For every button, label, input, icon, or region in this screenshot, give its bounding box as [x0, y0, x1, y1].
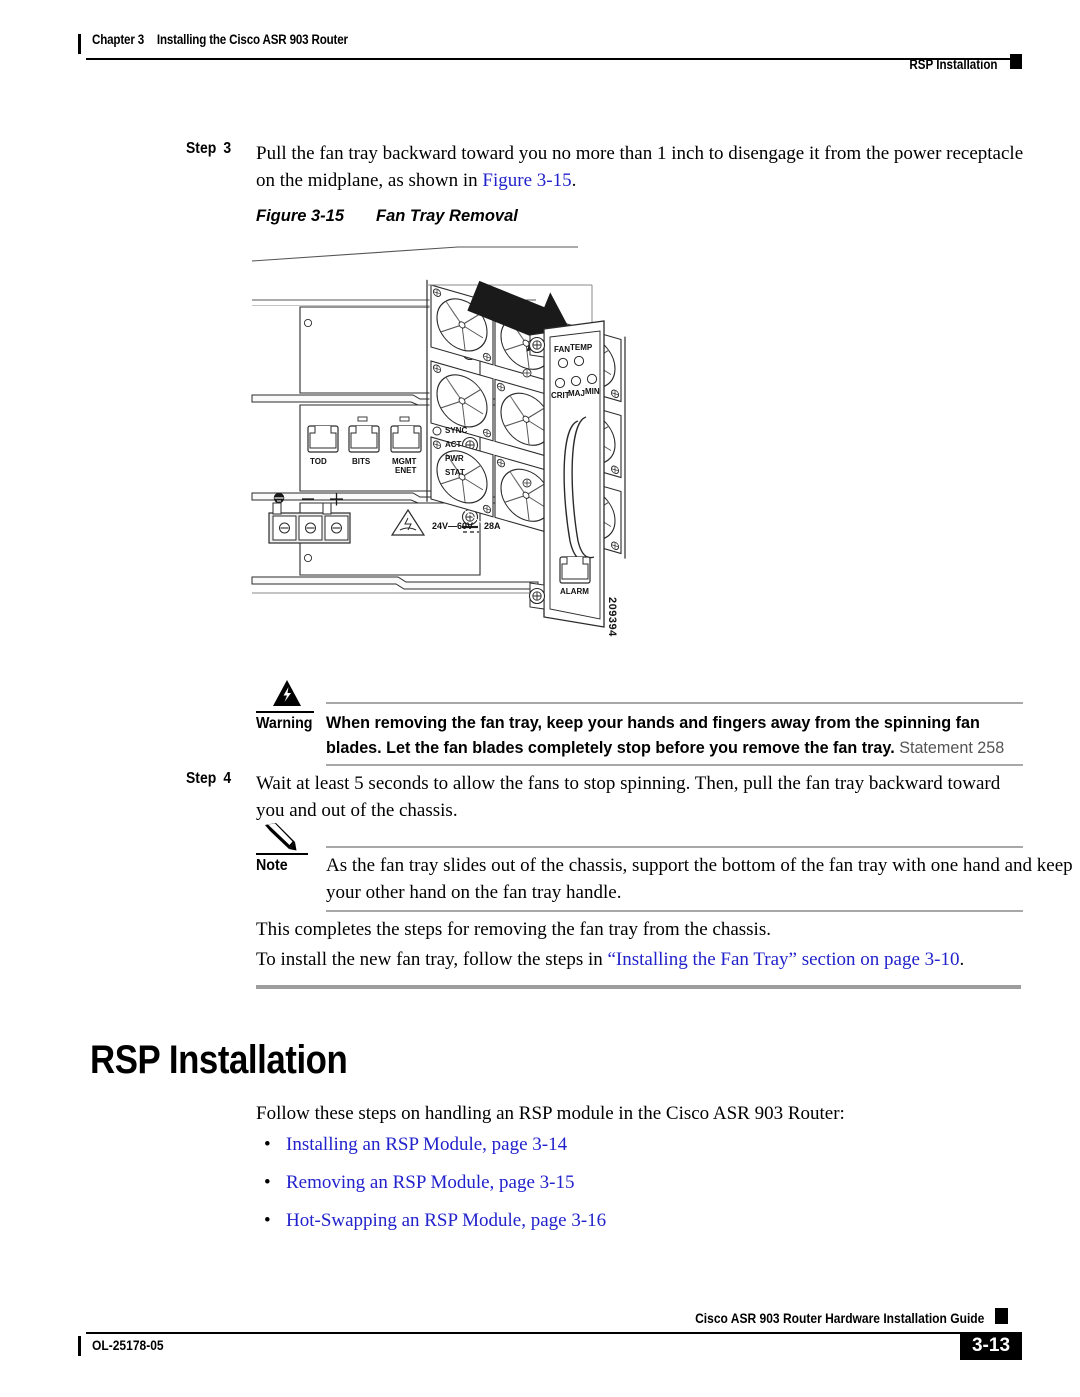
- step-4-word: Step: [186, 770, 217, 787]
- step-3-text-before: Pull the fan tray backward toward you no…: [256, 143, 1024, 191]
- step-3-text-after: .: [571, 170, 577, 191]
- warning-rule-top: [326, 702, 1023, 704]
- figure-caption: Figure 3-15 Fan Tray Removal: [256, 207, 518, 226]
- figure-art-id: 209394: [606, 597, 618, 637]
- note-label: Note: [256, 857, 288, 874]
- step-4-text: Wait at least 5 seconds to allow the fan…: [256, 773, 1001, 821]
- alarm-port-label: ALARM: [560, 587, 589, 596]
- figure-3-15-link[interactable]: Figure 3-15: [482, 170, 571, 191]
- chapter-number: Chapter 3: [92, 32, 145, 47]
- header-rule: [86, 58, 1011, 60]
- bullet-dot-icon: •: [264, 1172, 271, 1193]
- footer-square-marker: [995, 1308, 1008, 1324]
- list-item[interactable]: • Hot-Swapping an RSP Module, page 3-16: [258, 1206, 606, 1236]
- step-4-number: 4: [223, 770, 232, 787]
- figure-labels: TOD BITS MGMT ENET SYNC ACT PWR STAT 24V…: [248, 245, 668, 675]
- note-admonition: Note As the fan tray slides out of the c…: [248, 822, 1073, 912]
- warning-icon-rule: [256, 711, 314, 713]
- led-label-pwr: PWR: [445, 454, 464, 463]
- faceplate-led-label-crit: CRIT: [551, 391, 570, 400]
- list-item[interactable]: • Removing an RSP Module, page 3-15: [258, 1168, 606, 1198]
- power-rating-label: 24V—60V: [432, 521, 474, 531]
- faceplate-led-label-fan: FAN: [554, 345, 570, 354]
- header-square-marker: [1010, 54, 1022, 69]
- step-3-block: Step 3 Pull the fan tray backward toward …: [186, 140, 1024, 194]
- note-text: As the fan tray slides out of the chassi…: [326, 855, 1073, 903]
- footer-guide-title: Cisco ASR 903 Router Hardware Installati…: [694, 1310, 984, 1326]
- note-icon-rule: [256, 853, 308, 855]
- step-3-label: Step 3: [186, 140, 249, 194]
- note-rule-top: [326, 846, 1023, 848]
- link-hot-swapping-rsp-module[interactable]: Hot-Swapping an RSP Module, page 3-16: [286, 1210, 606, 1231]
- header-left-tick: [78, 34, 81, 54]
- section-divider-rule: [256, 985, 1021, 989]
- faceplate-led-label-min: MIN: [585, 387, 600, 396]
- led-label-sync: SYNC: [445, 426, 468, 435]
- figure-caption-number: Figure 3-15: [256, 207, 345, 225]
- faceplate-led-label-temp: TEMP: [570, 343, 593, 352]
- page-title: RSP Installation: [90, 1038, 348, 1082]
- warning-statement-number: Statement 258: [899, 738, 1005, 757]
- figure-caption-title: Fan Tray Removal: [376, 207, 518, 225]
- section-intro-text: Follow these steps on handling an RSP mo…: [256, 1103, 845, 1124]
- step-3-text: Pull the fan tray backward toward you no…: [256, 140, 1024, 194]
- page-header: Chapter 3 Installing the Cisco ASR 903 Ro…: [78, 30, 1022, 74]
- power-current-label: 28A: [484, 521, 501, 531]
- footer-page-number: 3-13: [960, 1332, 1022, 1360]
- warning-lightning-triangle-icon: [270, 678, 304, 710]
- port-label-tod: TOD: [310, 457, 327, 466]
- list-item[interactable]: • Installing an RSP Module, page 3-14: [258, 1130, 606, 1160]
- port-label-mgmt: MGMT: [392, 457, 417, 466]
- port-label-bits: BITS: [352, 457, 371, 466]
- pencil-icon: [262, 822, 300, 852]
- footer-rule: [86, 1332, 1011, 1334]
- link-installing-rsp-module[interactable]: Installing an RSP Module, page 3-14: [286, 1134, 567, 1155]
- footer-left-tick: [78, 1336, 81, 1356]
- chapter-title: Installing the Cisco ASR 903 Router: [156, 32, 348, 47]
- step-3-word: Step: [186, 140, 217, 157]
- running-head: RSP Installation: [909, 57, 998, 72]
- port-label-enet: ENET: [395, 466, 417, 475]
- page-footer: Cisco ASR 903 Router Hardware Installati…: [78, 1308, 1022, 1362]
- bullet-dot-icon: •: [264, 1210, 271, 1231]
- bullet-dot-icon: •: [264, 1134, 271, 1155]
- step-4-label: Step 4: [186, 770, 249, 824]
- warning-rule-bot: [326, 764, 1023, 766]
- closing-text-after: .: [959, 949, 965, 970]
- breadcrumb: Chapter 3 Installing the Cisco ASR 903 Ro…: [92, 32, 348, 47]
- link-removing-rsp-module[interactable]: Removing an RSP Module, page 3-15: [286, 1172, 575, 1193]
- warning-main-text: When removing the fan tray, keep your ha…: [326, 713, 980, 757]
- warning-text: When removing the fan tray, keep your ha…: [326, 710, 1029, 760]
- step-4-block: Step 4 Wait at least 5 seconds to allow t…: [186, 770, 1024, 824]
- led-label-stat: STAT: [445, 468, 465, 477]
- closing-text-before: To install the new fan tray, follow the …: [256, 949, 608, 970]
- installing-fan-tray-link[interactable]: “Installing the Fan Tray” section on pag…: [608, 949, 960, 970]
- note-rule-bot: [326, 910, 1023, 912]
- closing-paragraph-2: To install the new fan tray, follow the …: [256, 946, 1024, 973]
- closing-paragraph-1: This completes the steps for removing th…: [256, 919, 771, 940]
- rsp-links-list: • Installing an RSP Module, page 3-14 • …: [258, 1130, 606, 1236]
- warning-admonition: Warning When removing the fan tray, keep…: [248, 678, 1023, 766]
- footer-document-number: OL-25178-05: [92, 1337, 164, 1353]
- led-label-act: ACT: [445, 440, 462, 449]
- step-3-number: 3: [223, 140, 232, 157]
- warning-label: Warning: [256, 715, 313, 732]
- faceplate-led-label-maj: MAJ: [568, 389, 585, 398]
